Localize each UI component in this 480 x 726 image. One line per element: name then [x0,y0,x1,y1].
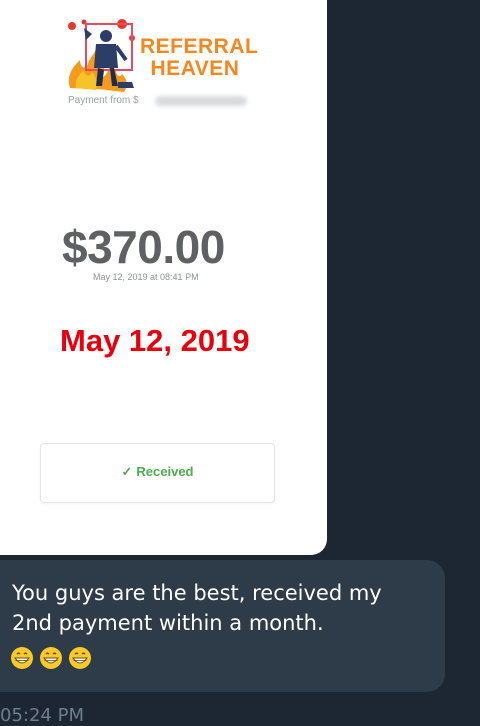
chat-message-bubble[interactable]: You guys are the best, received my 2nd p… [0,560,445,692]
payment-card: REFERRAL HEAVEN Payment from $ $370.00 M… [0,0,327,555]
payment-amount: $370.00 [62,221,225,273]
payment-from-label: Payment from $ [68,95,139,106]
grinning-face-icon [69,647,91,669]
payment-datetime: May 12, 2019 at 08:41 PM [93,272,199,282]
grinning-face-icon [11,647,33,669]
check-icon: ✓ [121,464,133,479]
received-status-badge: ✓ Received [40,443,275,503]
message-text-line: You guys are the best, received my [12,581,382,605]
grinning-face-icon [40,647,62,669]
emoji-row [10,646,97,670]
message-text-line: 2nd payment within a month. [12,611,324,635]
logo-text: REFERRAL HEAVEN [140,35,259,80]
redacted-sender [155,96,247,106]
received-label: Received [136,464,194,479]
overlay-date-caption: May 12, 2019 [60,323,250,358]
message-timestamp: 05:24 PM [0,705,84,726]
